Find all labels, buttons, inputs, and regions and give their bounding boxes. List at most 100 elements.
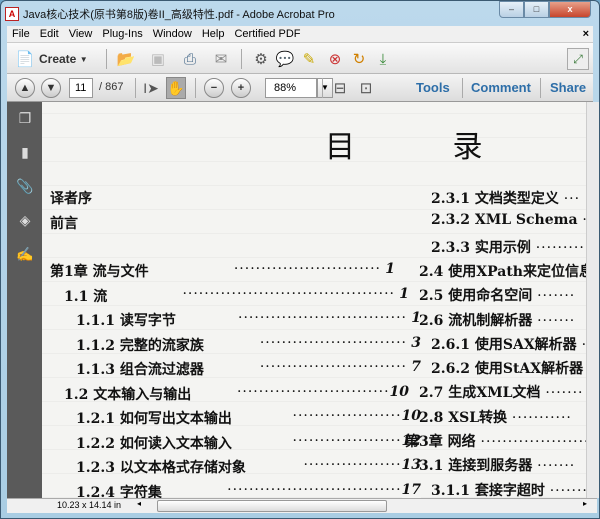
toc-entry[interactable]: 1.2.2 如何读入文本输入 ····················· 12 (76, 432, 421, 453)
zoom-out-icon[interactable]: − (204, 78, 224, 98)
attachment-icon[interactable]: 📎 (16, 178, 34, 196)
replace-page-icon[interactable]: ↻ (349, 48, 369, 70)
hand-tool-icon[interactable]: ✋ (166, 77, 186, 99)
toc-dots: ······························· (238, 310, 407, 326)
toc-entry-label: 2.7 生成XML文档 (419, 385, 541, 402)
toc-entry[interactable]: 1.1.2 完整的流家族 ···························… (76, 334, 421, 355)
toc-entry[interactable]: 1.2.4 字符集 ······························… (76, 481, 421, 498)
extract-page-icon[interactable]: ⤓ (373, 48, 393, 70)
menu-bar: File Edit View Plug-Ins Window Help Cert… (7, 26, 593, 42)
toc-entry[interactable]: 译者序 (50, 188, 92, 208)
toc-dots: ····························· (236, 383, 395, 400)
create-pdf-icon[interactable]: 📄 (15, 48, 35, 70)
scroll-left-icon[interactable]: ◂ (137, 499, 141, 508)
menu-plugins[interactable]: Plug-Ins (97, 28, 147, 40)
toc-entry[interactable]: 2.3.3 实用示例 ········· (431, 237, 585, 257)
close-document-button[interactable]: × (583, 28, 589, 40)
menu-help[interactable]: Help (197, 28, 230, 40)
bookmark-icon[interactable]: ▮ (16, 144, 34, 162)
horizontal-scrollbar[interactable] (157, 500, 387, 512)
toc-entry-label: 2.5 使用命名空间 (419, 288, 533, 305)
maximize-button[interactable]: □ (524, 1, 549, 18)
menu-file[interactable]: File (7, 28, 35, 40)
toc-entry[interactable]: 1.1 流 ··································… (64, 285, 409, 306)
toc-entry[interactable]: 2.6.1 使用SAX解析器 · (431, 334, 586, 354)
toc-entry[interactable]: 2.5 使用命名空间 ······· (419, 285, 575, 305)
acrobat-window: A Java核心技术(原书第8版)卷II_高级特性.pdf - Adobe Ac… (0, 0, 600, 519)
gear-icon[interactable]: ⚙ (251, 48, 271, 70)
toc-dots: ······· (549, 482, 586, 498)
toc-dots: ····················· (292, 432, 407, 449)
toc-entry[interactable]: 1.1.3 组合流过滤器 ···························… (76, 359, 421, 379)
page-total: / 867 (99, 81, 124, 93)
toc-entry[interactable]: 1.2.3 以文本格式存储对象 ··················· 13 (76, 457, 421, 477)
menu-window[interactable]: Window (148, 28, 197, 40)
toc-entry[interactable]: 2.3.1 文档类型定义 ··· (431, 188, 580, 208)
signature-icon[interactable]: ✍ (16, 246, 34, 264)
menu-edit[interactable]: Edit (35, 28, 64, 40)
toc-entry[interactable]: 2.6 流机制解析器 ······· (419, 310, 575, 330)
print-icon[interactable]: ⎙ (179, 48, 201, 70)
previous-page-icon[interactable]: ▲ (15, 78, 35, 98)
toc-entry[interactable]: 2.8 XSL转换 ··········· (419, 407, 572, 427)
document-page[interactable]: 目 录 译者序 前言 第1章 流与文件 ····················… (42, 102, 586, 498)
vertical-scrollbar[interactable] (586, 102, 599, 498)
toc-entry[interactable]: 1.1.1 读写字节 ·····························… (76, 310, 421, 330)
toc-page-number: 10 (389, 383, 409, 400)
layers-icon[interactable]: ◈ (16, 212, 34, 230)
close-button[interactable]: x (549, 1, 591, 18)
text-edit-icon[interactable]: ✎ (299, 48, 319, 70)
next-page-icon[interactable]: ▼ (41, 78, 61, 98)
toc-dots: ··························· (233, 261, 381, 277)
separator (195, 78, 196, 98)
email-icon[interactable]: ✉ (209, 48, 233, 70)
tools-pane-button[interactable]: Tools (416, 80, 450, 95)
menu-certified-pdf[interactable]: Certified PDF (229, 28, 305, 40)
create-button[interactable]: Create ▼ (39, 49, 88, 69)
toc-entry[interactable]: 前言 (50, 213, 78, 233)
comment-bubble-icon[interactable]: 💬 (275, 48, 295, 70)
toc-entry[interactable]: 2.7 生成XML文档 ······· (419, 382, 583, 402)
open-folder-icon[interactable]: 📂 (115, 48, 137, 70)
zoom-in-icon[interactable]: + (231, 78, 251, 98)
toc-entry-label: 2.4 使用XPath来定位信息 (419, 263, 586, 280)
minimize-button[interactable]: – (499, 1, 524, 18)
full-screen-icon[interactable]: ⤢ (567, 48, 589, 70)
toc-entry-label: 2.3.1 文档类型定义 (431, 191, 559, 207)
save-icon[interactable]: ▣ (147, 48, 169, 70)
page-thumbnails-icon[interactable]: ❐ (16, 110, 34, 128)
toc-entry[interactable]: 1.2 文本输入与输出 ····························… (64, 383, 409, 404)
toc-page-number: 17 (401, 481, 421, 498)
navigation-pane: ❐ ▮ 📎 ◈ ✍ (7, 102, 42, 498)
main-toolbar: 📄 Create ▼ 📂 ▣ ⎙ ✉ ⚙ 💬 ✎ ⊗ ↻ ⤓ ⤢ (7, 42, 593, 74)
toc-entry[interactable]: 1.2.1 如何写出文本输出 ····················· 10 (76, 408, 421, 428)
toc-entry-label: 1.1.2 完整的流家族 (76, 337, 204, 354)
toc-entry[interactable]: 2.3.2 XML Schema ······ (431, 212, 586, 228)
toc-entry[interactable]: 第3章 网络 ······················ (405, 431, 586, 451)
toc-entry[interactable]: 第1章 流与文件 ··························· 1 (50, 261, 395, 281)
menu-view[interactable]: View (64, 28, 98, 40)
comment-pane-button[interactable]: Comment (471, 80, 531, 95)
navigation-toolbar: ▲ ▼ 11 / 867 I➤ ✋ − + 88% ▼ ⊟ ⊡ Tools Co… (7, 74, 593, 102)
toc-entry[interactable]: 2.4 使用XPath来定位信息 (419, 261, 586, 281)
toc-entry[interactable]: 3.1.1 套接字超时 ······· (431, 480, 586, 498)
toc-entry[interactable]: 3.1 连接到服务器 ······· (419, 455, 575, 475)
zoom-level-input[interactable]: 88% (265, 78, 317, 98)
toc-dots: ··························· (259, 359, 407, 375)
select-tool-icon[interactable]: I➤ (141, 78, 161, 98)
page-size: 10.23 x 14.14 in (57, 500, 122, 510)
toc-entry-label: 前言 (50, 215, 78, 232)
fit-width-icon[interactable]: ⊡ (357, 78, 375, 98)
scroll-right-icon[interactable]: ▸ (583, 499, 587, 508)
toc-dots: ····················· (292, 408, 407, 424)
toc-entry[interactable]: 2.6.2 使用StAX解析器 (431, 358, 583, 378)
toc-dots: ··········· (511, 409, 572, 426)
page-number-input[interactable]: 11 (69, 78, 93, 98)
fit-page-icon[interactable]: ⊟ (331, 78, 349, 98)
toc-entry-label: 2.6 流机制解析器 (419, 312, 533, 329)
status-bar: 10.23 x 14.14 in ◂ ▸ (7, 498, 597, 513)
toc-entry-label: 1.2.1 如何写出文本输出 (76, 411, 232, 427)
remove-page-icon[interactable]: ⊗ (325, 48, 345, 70)
share-pane-button[interactable]: Share (550, 80, 586, 95)
toc-dots: ······································· (182, 285, 395, 302)
